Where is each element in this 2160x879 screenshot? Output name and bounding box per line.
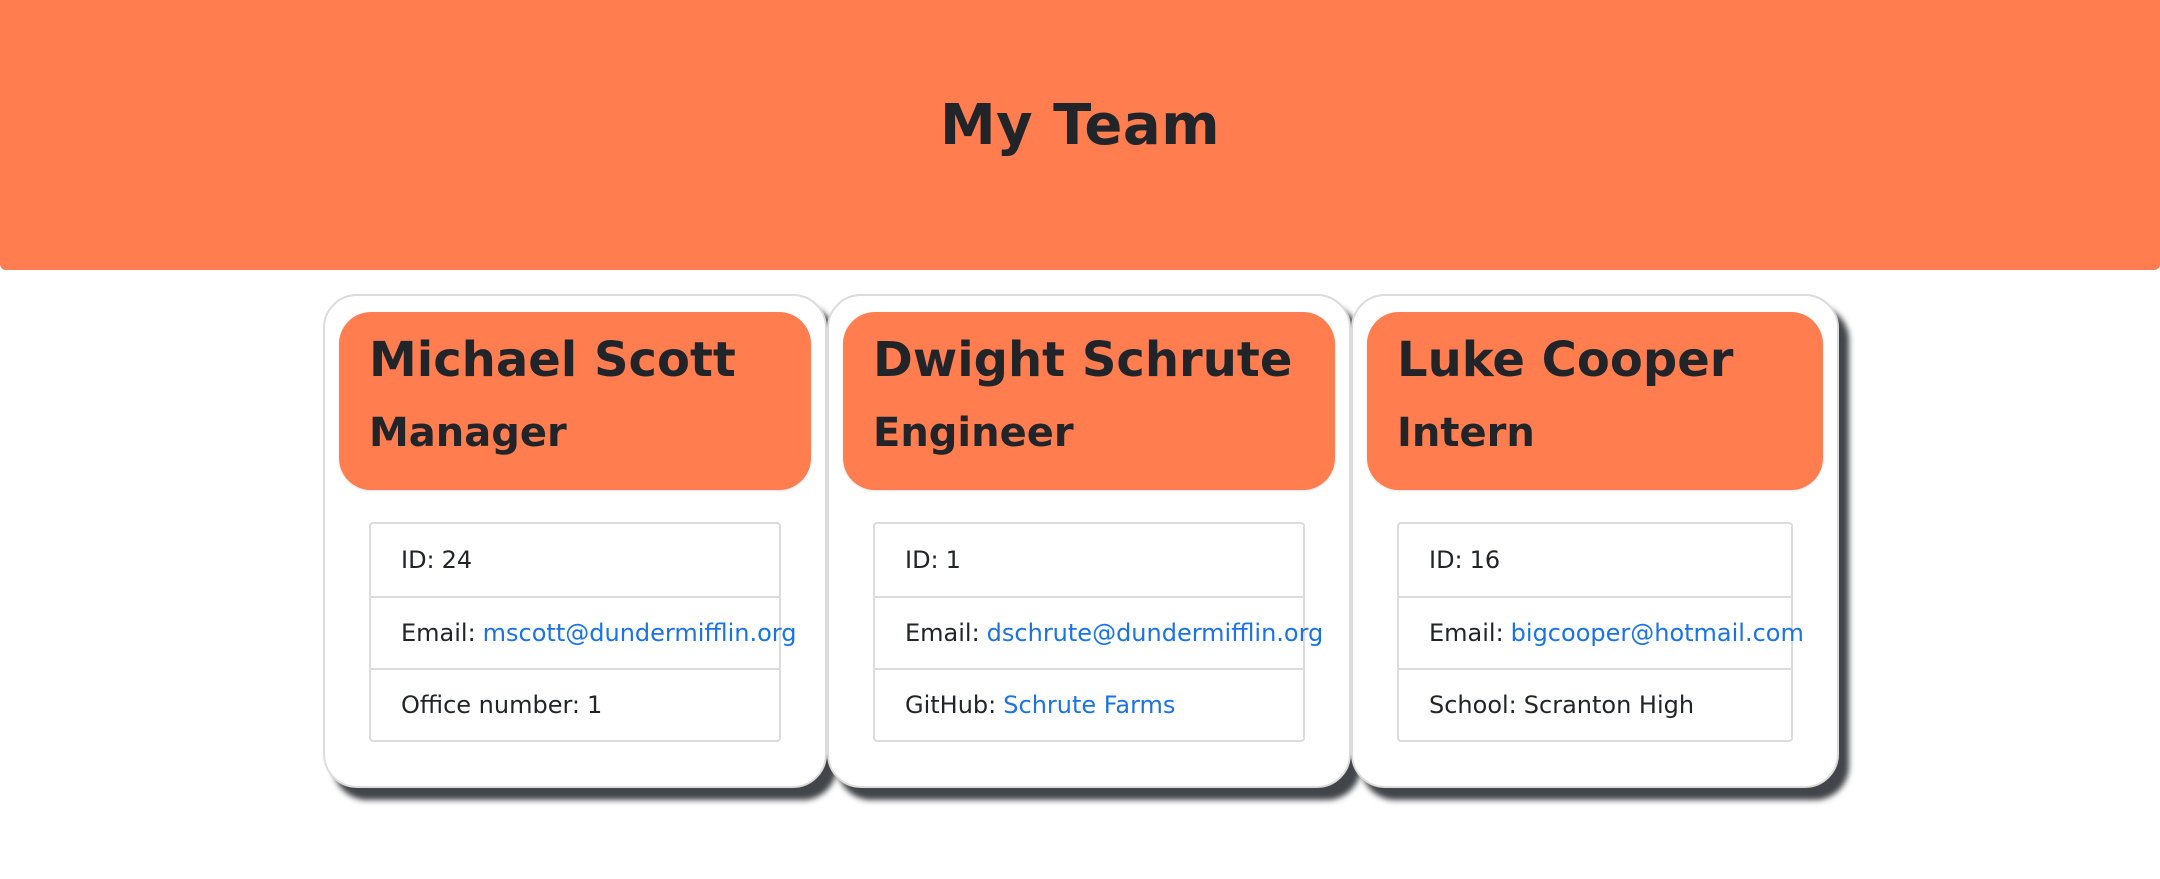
email-label: Email: xyxy=(1429,619,1504,647)
employee-card-manager: Michael Scott Manager ID: 24 Email: msco… xyxy=(323,294,827,788)
employee-info-list: ID: 24 Email: mscott@dundermifflin.org O… xyxy=(369,522,796,742)
id-value: 24 xyxy=(441,546,473,574)
id-row: ID: 16 xyxy=(1399,524,1791,596)
email-row: Email: dschrute@dundermifflin.org xyxy=(875,596,1323,668)
card-header: Luke Cooper Intern xyxy=(1367,312,1823,490)
team-cards: Michael Scott Manager ID: 24 Email: msco… xyxy=(0,294,2160,854)
school-row: School: Scranton High xyxy=(1399,668,1791,740)
employee-name: Dwight Schrute xyxy=(873,332,1293,388)
card-header: Dwight Schrute Engineer xyxy=(843,312,1335,490)
employee-role: Engineer xyxy=(873,410,1074,456)
page-title: My Team xyxy=(939,92,1221,158)
office-number-row: Office number: 1 xyxy=(371,668,779,740)
employee-name: Michael Scott xyxy=(369,332,736,388)
office-number-label: Office number: xyxy=(401,691,581,719)
employee-info-list: ID: 1 Email: dschrute@dundermifflin.org … xyxy=(873,522,1323,742)
id-value: 1 xyxy=(945,546,961,574)
page-header: My Team xyxy=(0,0,2160,270)
school-value: Scranton High xyxy=(1523,691,1695,719)
id-label: ID: xyxy=(401,546,435,574)
github-link[interactable]: Schrute Farms xyxy=(1003,691,1175,719)
office-number-value: 1 xyxy=(587,691,603,719)
id-value: 16 xyxy=(1469,546,1501,574)
employee-role: Intern xyxy=(1397,410,1535,456)
card-header: Michael Scott Manager xyxy=(339,312,811,490)
school-label: School: xyxy=(1429,691,1517,719)
email-row: Email: mscott@dundermifflin.org xyxy=(371,596,796,668)
github-label: GitHub: xyxy=(905,691,997,719)
id-label: ID: xyxy=(1429,546,1463,574)
employee-card-intern: Luke Cooper Intern ID: 16 Email: bigcoop… xyxy=(1351,294,1839,788)
email-row: Email: bigcooper@hotmail.com xyxy=(1399,596,1804,668)
email-link[interactable]: dschrute@dundermifflin.org xyxy=(987,619,1324,647)
employee-card-engineer: Dwight Schrute Engineer ID: 1 Email: dsc… xyxy=(827,294,1351,788)
email-link[interactable]: mscott@dundermifflin.org xyxy=(483,619,797,647)
employee-name: Luke Cooper xyxy=(1397,332,1734,388)
email-label: Email: xyxy=(905,619,980,647)
employee-info-list: ID: 16 Email: bigcooper@hotmail.com Scho… xyxy=(1397,522,1804,742)
id-row: ID: 24 xyxy=(371,524,779,596)
employee-role: Manager xyxy=(369,410,567,456)
id-row: ID: 1 xyxy=(875,524,1303,596)
email-label: Email: xyxy=(401,619,476,647)
id-label: ID: xyxy=(905,546,939,574)
email-link[interactable]: bigcooper@hotmail.com xyxy=(1511,619,1804,647)
github-row: GitHub: Schrute Farms xyxy=(875,668,1303,740)
